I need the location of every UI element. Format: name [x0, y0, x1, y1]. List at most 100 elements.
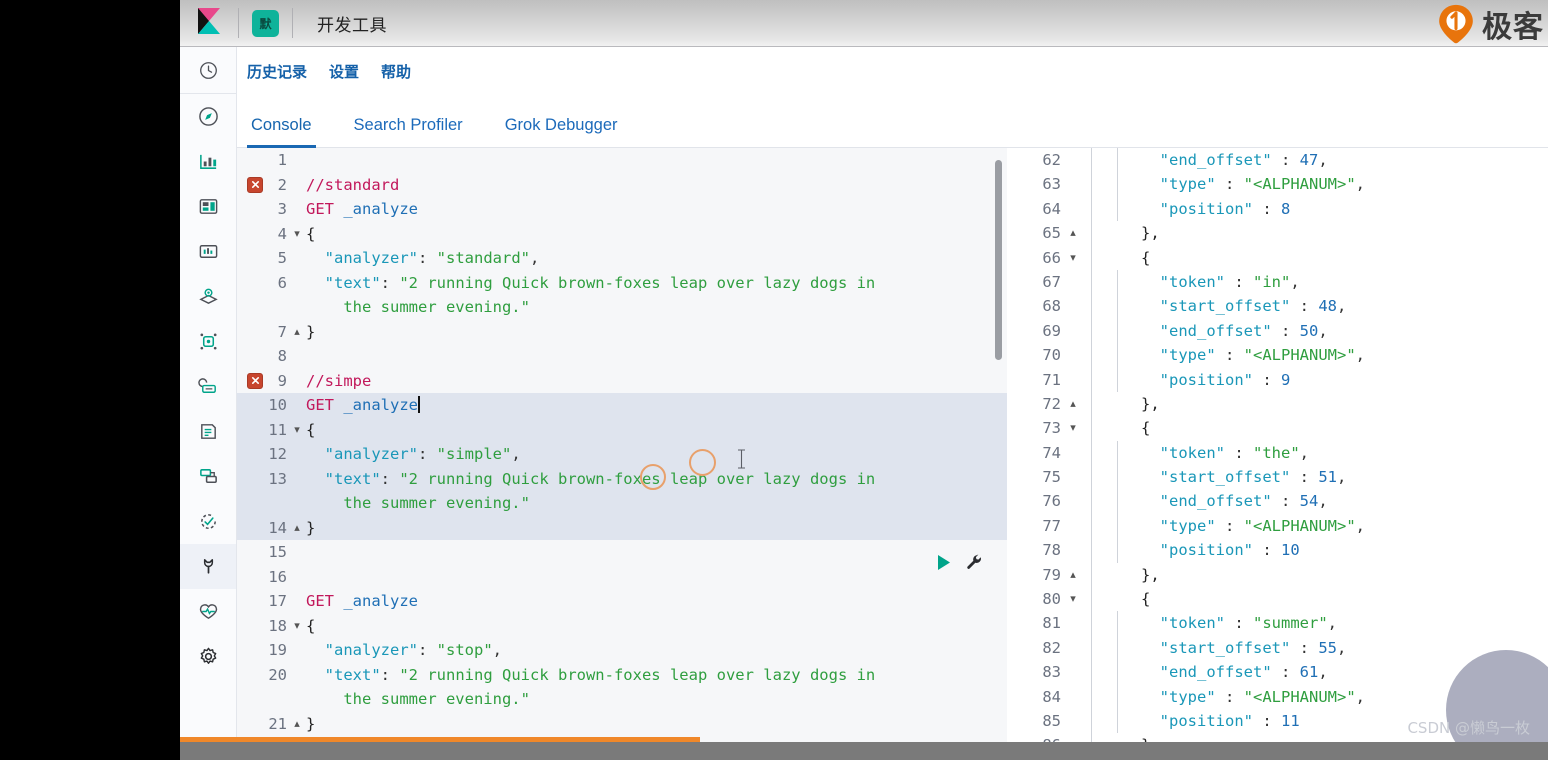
token: :	[1253, 199, 1281, 218]
editor-line[interactable]: 18 ▾{	[237, 614, 1007, 639]
editor-line[interactable]: 12 "analyzer": "simple",	[237, 442, 1007, 467]
editor-line[interactable]: 8	[237, 344, 1007, 369]
fold-toggle-icon[interactable]: ▴	[1067, 221, 1079, 245]
editor-line[interactable]: 1	[237, 148, 1007, 173]
token: :	[380, 469, 400, 488]
code-text: {	[302, 418, 1007, 443]
editor-line[interactable]: 7 ▴}	[237, 320, 1007, 345]
line-number: 62	[1042, 151, 1061, 169]
editor-vertical-scrollbar[interactable]	[995, 160, 1002, 360]
token: ,	[1299, 443, 1310, 462]
editor-line[interactable]: 14 ▴}	[237, 515, 1007, 541]
editor-line[interactable]: 13 "text": "2 running Quick brown-foxes …	[237, 466, 1007, 516]
token: //simpe	[306, 371, 372, 390]
editor-line[interactable]: 6 "text": "2 running Quick brown-foxes l…	[237, 271, 1007, 320]
token: _analyze	[343, 200, 418, 218]
sidebar-item-dev-tools[interactable]	[180, 544, 236, 589]
fold-toggle-icon[interactable]: ▴	[292, 516, 302, 541]
editor-line[interactable]: 11 ▾{	[237, 417, 1007, 443]
sidebar-item-recently-viewed[interactable]	[180, 47, 236, 94]
indent-guides	[1079, 367, 1141, 392]
editor-line[interactable]: 5 "analyzer": "standard",	[237, 246, 1007, 271]
fold-toggle-icon[interactable]: ▾	[1067, 246, 1079, 270]
nav-history[interactable]: 历史记录	[247, 61, 307, 82]
editor-line[interactable]: 10 GET _analyze	[237, 393, 1007, 418]
line-number: 82	[1042, 638, 1061, 657]
token: :	[1253, 541, 1281, 560]
sidebar-item-dashboard[interactable]	[180, 184, 236, 229]
token: :	[1290, 638, 1319, 657]
sidebar-item-apm[interactable]	[180, 454, 236, 499]
editor-line[interactable]: 16	[237, 565, 1007, 590]
token: ,	[1355, 346, 1365, 365]
token: 47	[1299, 151, 1319, 169]
editor-line[interactable]: 15	[237, 540, 1007, 565]
line-number: 76	[1042, 492, 1061, 511]
infrastructure-icon	[197, 378, 216, 393]
indent-guides	[1079, 465, 1141, 490]
fold-toggle-icon[interactable]: ▴	[292, 712, 302, 737]
editor-line[interactable]: 2 //standard	[237, 173, 1007, 198]
fold-toggle-icon[interactable]: ▴	[292, 320, 302, 345]
request-editor[interactable]: 1 2//standard 3 GET _analyze 4 ▾{5 "analyzer"…	[237, 148, 1007, 760]
indent-guides	[1079, 562, 1141, 588]
editor-line[interactable]: 9 //simpe	[237, 369, 1007, 394]
nav-help[interactable]: 帮助	[381, 61, 411, 82]
output-line: 68 "start_offset" : 48,	[1007, 294, 1548, 319]
token: "<ALPHANUM>"	[1243, 175, 1356, 194]
play-icon[interactable]	[936, 554, 952, 576]
kibana-logo[interactable]	[180, 0, 238, 47]
video-progress-track[interactable]	[180, 737, 1548, 742]
sidebar-item-machine-learning[interactable]	[180, 319, 236, 364]
workspace-badge-wrap[interactable]: 默	[239, 9, 292, 37]
token: :	[1253, 370, 1281, 389]
editor-line[interactable]: 19 "analyzer": "stop",	[237, 638, 1007, 663]
tab-grok-debugger[interactable]: Grok Debugger	[501, 116, 622, 147]
sidebar-item-infrastructure[interactable]	[180, 364, 236, 409]
editor-lines[interactable]: 1 2//standard 3 GET _analyze 4 ▾{5 "analyzer"…	[237, 148, 1007, 760]
sidebar-item-visualize[interactable]	[180, 139, 236, 184]
fold-toggle-icon[interactable]: ▴	[1067, 563, 1079, 587]
tab-console[interactable]: Console	[247, 116, 316, 148]
editor-line[interactable]: 20 "text": "2 running Quick brown-foxes …	[237, 663, 1007, 712]
workspace-badge[interactable]: 默	[252, 9, 279, 37]
fold-toggle-icon[interactable]: ▴	[1067, 392, 1079, 416]
app-chrome-bar: 默 开发工具 极客	[180, 0, 1548, 47]
code-text: "type" : "<ALPHANUM>",	[1141, 343, 1548, 367]
error-marker-icon[interactable]	[247, 176, 263, 193]
editor-line[interactable]: 4 ▾{	[237, 222, 1007, 247]
error-marker-icon[interactable]	[247, 372, 263, 389]
code-text: GET _analyze	[302, 393, 1007, 418]
sidebar-item-management[interactable]	[180, 634, 236, 679]
fold-toggle-icon[interactable]: ▾	[292, 614, 302, 639]
line-number: 74	[1042, 443, 1061, 462]
sidebar-item-discover[interactable]	[180, 94, 236, 139]
wrench-icon[interactable]	[966, 554, 983, 576]
fold-toggle-icon[interactable]: ▾	[1067, 587, 1079, 611]
video-control-bar[interactable]	[180, 742, 1548, 760]
editor-line[interactable]: 17 GET _analyze	[237, 589, 1007, 614]
editor-line[interactable]: 21 ▴}	[237, 712, 1007, 737]
tab-search-profiler[interactable]: Search Profiler	[350, 116, 467, 147]
line-number: 7	[277, 322, 287, 341]
recent-icon	[199, 61, 217, 79]
fold-toggle-icon[interactable]: ▾	[292, 418, 302, 443]
sidebar-item-monitoring[interactable]	[180, 589, 236, 634]
sidebar-item-logs[interactable]	[180, 409, 236, 454]
token: :	[380, 273, 400, 292]
editor-line[interactable]: 3 GET _analyze	[237, 197, 1007, 222]
nav-settings[interactable]: 设置	[329, 61, 359, 82]
token: :	[1271, 663, 1300, 682]
indent-guides	[1079, 660, 1141, 685]
code-text: "position" : 10	[1141, 538, 1548, 562]
line-number: 16	[268, 567, 287, 586]
sidebar-item-maps[interactable]	[180, 274, 236, 319]
line-number: 85	[1042, 711, 1061, 730]
sidebar-item-canvas[interactable]	[180, 229, 236, 274]
fold-toggle-icon[interactable]: ▾	[1067, 416, 1079, 440]
fold-toggle-icon[interactable]: ▾	[292, 222, 302, 247]
sidebar-item-uptime[interactable]	[180, 499, 236, 544]
token: "position"	[1159, 199, 1253, 218]
